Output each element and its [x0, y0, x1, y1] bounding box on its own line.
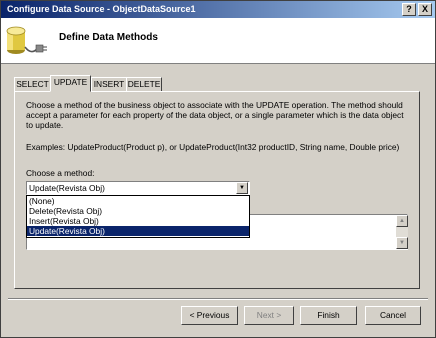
chevron-down-icon[interactable]: ▼: [236, 182, 248, 194]
title-bar[interactable]: Configure Data Source - ObjectDataSource…: [1, 1, 435, 18]
tab-insert[interactable]: INSERT: [91, 77, 127, 91]
list-item[interactable]: Delete(Revista Obj): [27, 206, 249, 216]
finish-button[interactable]: Finish: [300, 306, 357, 325]
list-item-selected[interactable]: Update(Revista Obj): [27, 226, 249, 236]
list-item[interactable]: (None): [27, 196, 249, 206]
method-description: Choose a method of the business object t…: [26, 100, 404, 130]
method-dropdown-list[interactable]: (None) Delete(Revista Obj) Insert(Revist…: [26, 195, 250, 238]
close-button[interactable]: X: [418, 3, 432, 16]
choose-method-label: Choose a method:: [26, 168, 95, 178]
previous-button[interactable]: < Previous: [181, 306, 238, 325]
footer-divider: [8, 298, 428, 300]
method-examples: Examples: UpdateProduct(Product p), or U…: [26, 142, 400, 152]
list-item[interactable]: Insert(Revista Obj): [27, 216, 249, 226]
page-title: Define Data Methods: [59, 32, 158, 43]
method-select[interactable]: Update(Revista Obj) ▼: [26, 181, 250, 195]
tab-select[interactable]: SELECT: [14, 77, 51, 91]
database-plug-icon: [6, 26, 47, 54]
cancel-button[interactable]: Cancel: [365, 306, 421, 325]
tab-delete[interactable]: DELETE: [126, 77, 162, 91]
help-button[interactable]: ?: [402, 3, 416, 16]
scroll-up-icon[interactable]: ▲: [396, 215, 408, 227]
tab-update[interactable]: UPDATE: [50, 75, 91, 92]
next-button[interactable]: Next >: [244, 306, 294, 325]
wizard-header: Define Data Methods: [1, 18, 435, 64]
window-title: Configure Data Source - ObjectDataSource…: [7, 4, 196, 14]
method-select-value: Update(Revista Obj): [29, 183, 105, 193]
scroll-down-icon[interactable]: ▼: [396, 237, 408, 249]
signature-scrollbar[interactable]: ▲ ▼: [396, 215, 408, 249]
